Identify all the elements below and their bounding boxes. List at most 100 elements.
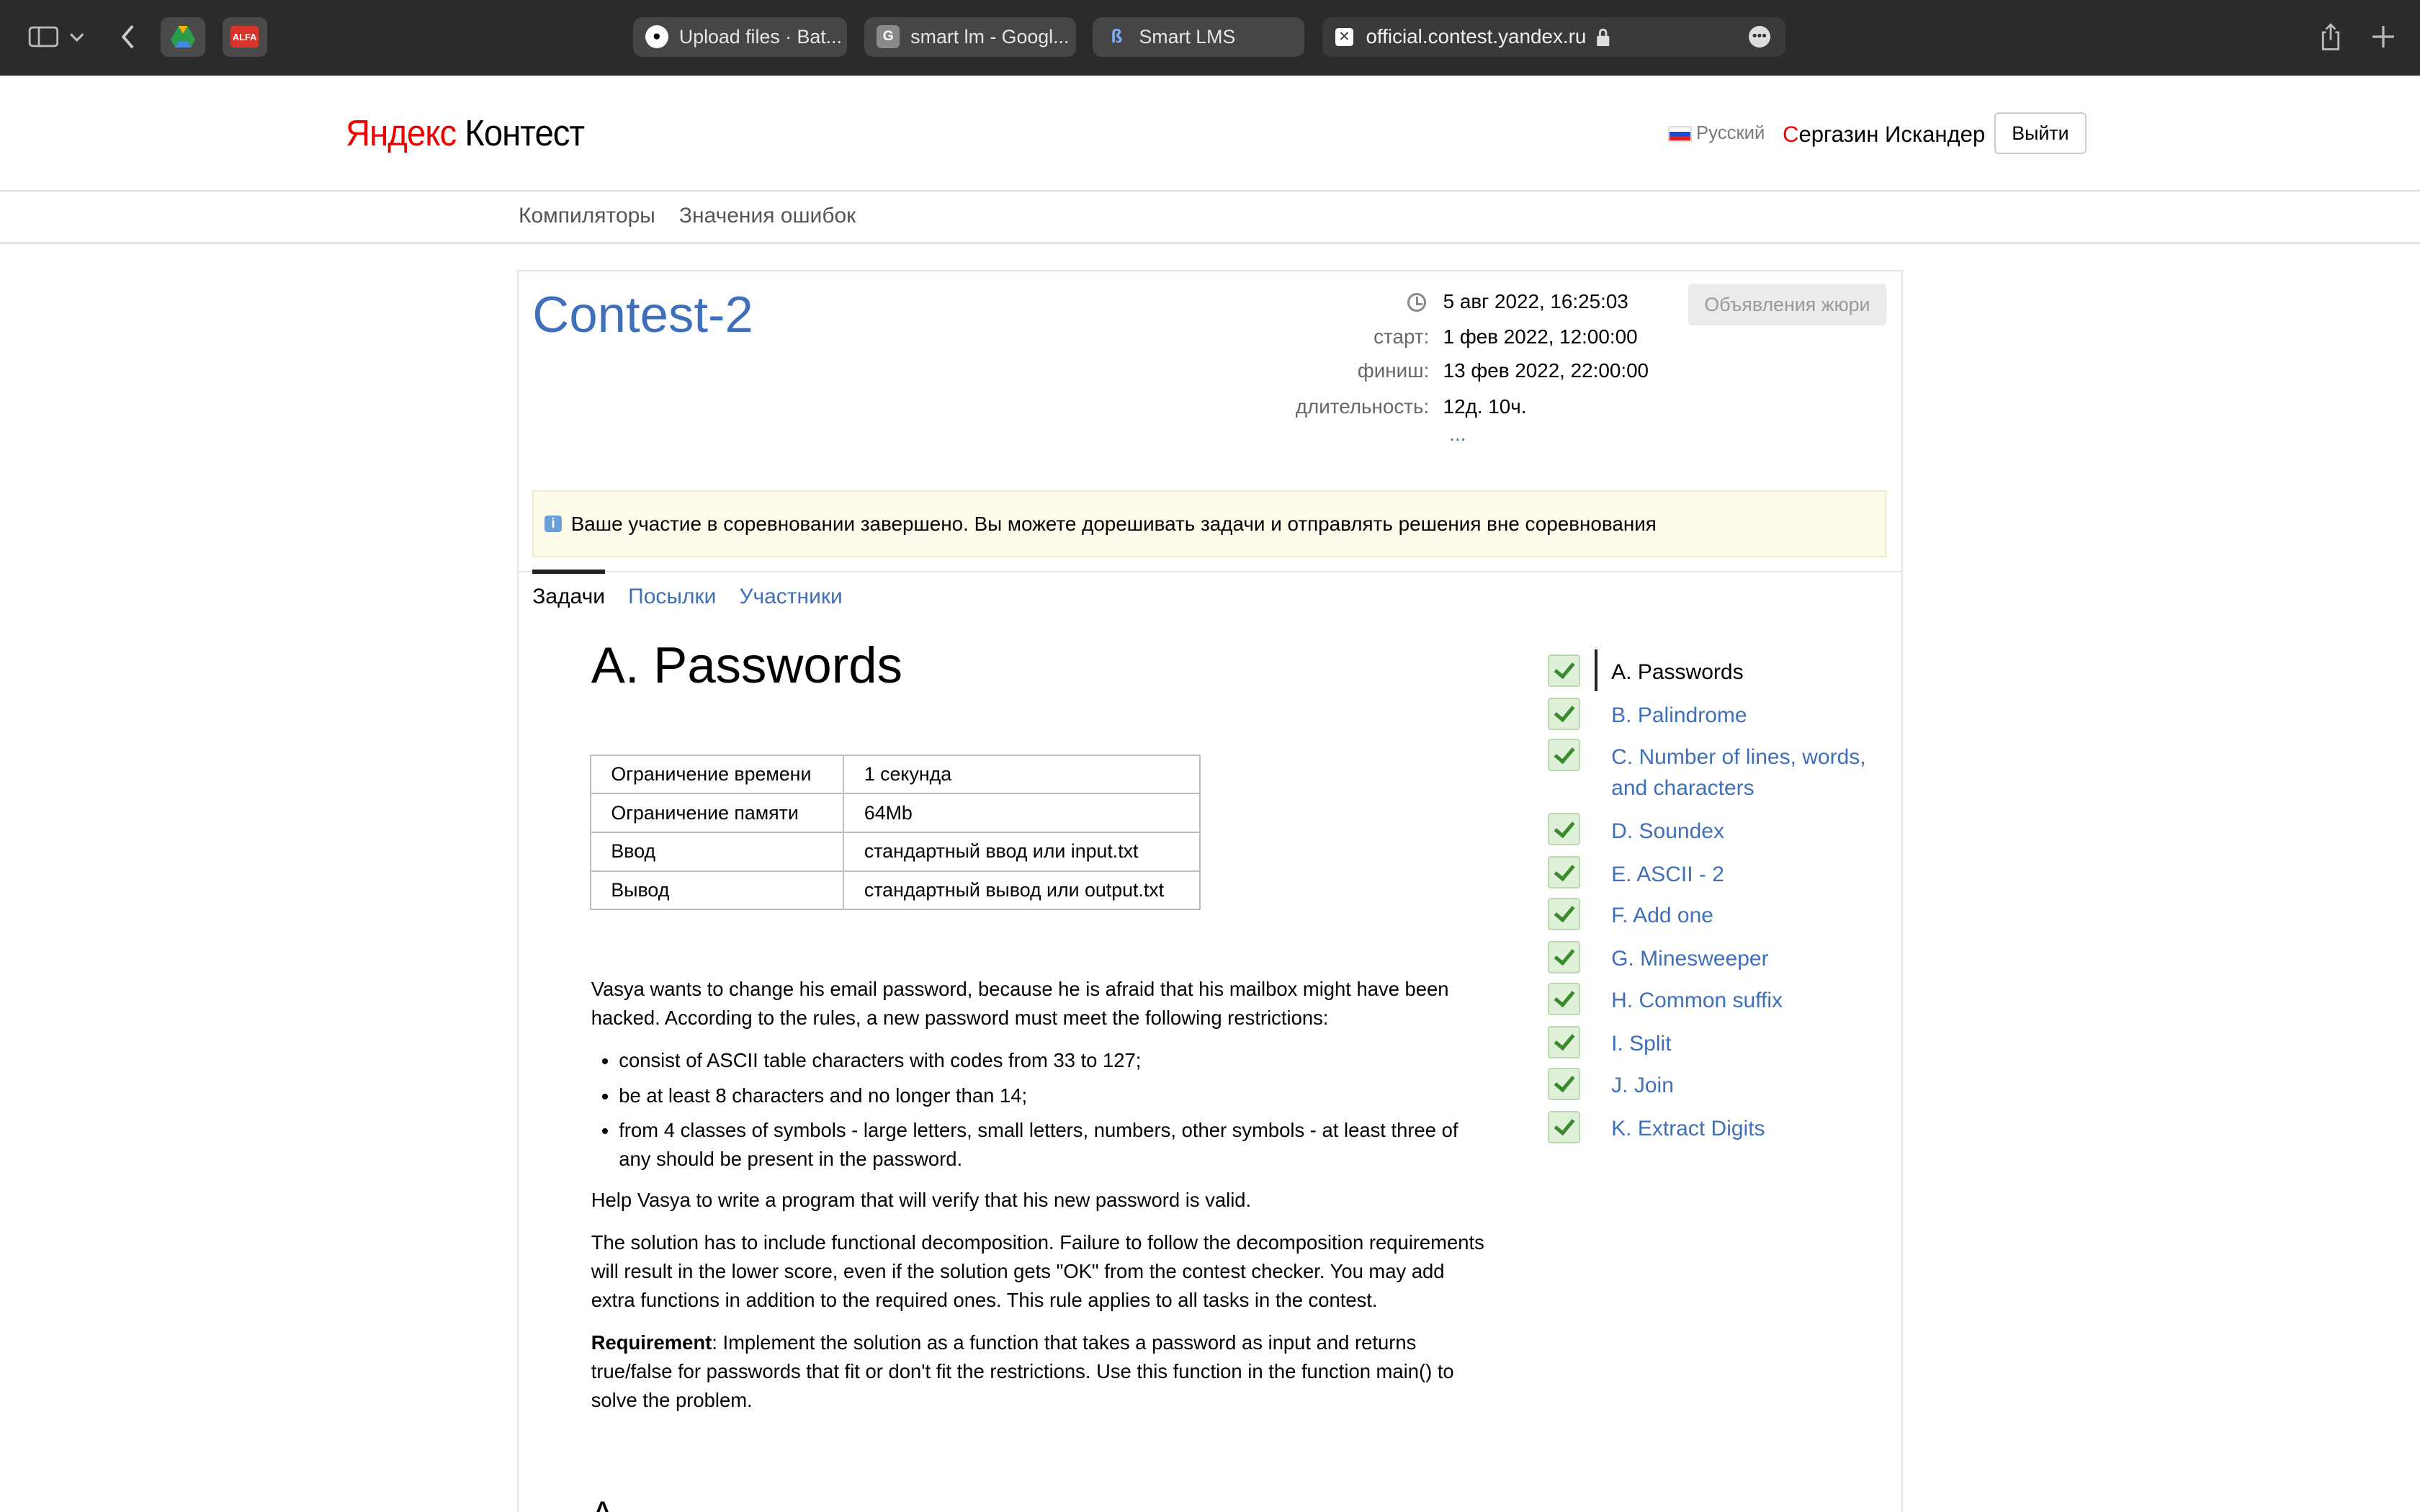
russian-flag-icon (1668, 126, 1692, 142)
current-time: 5 авг 2022, 16:25:03 (1443, 289, 1628, 312)
close-tab-icon[interactable]: ✕ (1335, 27, 1354, 47)
current-task-indicator (1594, 649, 1597, 691)
checkmark-icon (1548, 1026, 1581, 1059)
limit-value: 64Mb (843, 793, 1201, 833)
address-text: official.contest.yandex.ru (1366, 25, 1587, 48)
more-options-icon[interactable]: ••• (1748, 26, 1770, 48)
limits-table: Ограничение времени 1 секунда Ограничение… (589, 754, 1201, 911)
task-name[interactable]: C. Number of lines, words, and character… (1611, 742, 1889, 804)
limit-value: стандартный ввод или input.txt (843, 832, 1201, 872)
contest-finished-notice: i Ваше участие в соревновании завершено.… (532, 490, 1886, 557)
table-row: Ограничение памяти 64Mb (589, 793, 1201, 833)
info-icon: i (544, 515, 562, 533)
limit-key: Ограничение памяти (589, 793, 844, 833)
intro-paragraph: Vasya wants to change his email password… (591, 978, 1449, 1030)
more-info-link[interactable]: ... (1449, 423, 1466, 446)
start-label: старт: (1373, 325, 1430, 348)
checkmark-icon (1548, 941, 1581, 974)
github-icon: ● (645, 25, 668, 49)
requirement-paragraph: Requirement: Implement the solution as a… (591, 1328, 1487, 1415)
problem-statement: Vasya wants to change his email password… (591, 975, 1487, 1428)
task-name[interactable]: D. Soundex (1611, 816, 1889, 847)
tabs-divider (519, 570, 1902, 572)
problem-title: A. Passwords (591, 636, 902, 693)
task-name[interactable]: E. ASCII - 2 (1611, 860, 1889, 891)
task-name[interactable]: I. Split (1611, 1029, 1889, 1060)
limit-value: 1 секунда (843, 754, 1201, 795)
yandex-contest-logo[interactable]: Яндекс Контест (346, 111, 585, 154)
task-name[interactable]: H. Common suffix (1611, 986, 1889, 1017)
contest-title[interactable]: Contest-2 (532, 285, 753, 343)
checkmark-icon (1548, 1067, 1581, 1100)
sidebar-toggle-icon[interactable] (23, 19, 63, 55)
logout-button[interactable]: Выйти (1994, 112, 2087, 155)
task-name[interactable]: G. Minesweeper (1611, 944, 1889, 975)
limit-value: стандартный вывод или output.txt (843, 870, 1201, 911)
language-selector[interactable]: Русский (1668, 123, 1765, 144)
limit-key: Ограничение времени (589, 754, 844, 795)
task-name[interactable]: K. Extract Digits (1611, 1114, 1889, 1145)
requirement-text: : Implement the solution as a function t… (591, 1331, 1454, 1411)
next-section-heading: A (591, 1493, 614, 1512)
help-paragraph: Help Vasya to write a program that will … (591, 1189, 1252, 1212)
lock-icon (1597, 28, 1610, 47)
divider (0, 189, 2420, 192)
tab-title: Smart LMS (1139, 25, 1236, 48)
checkmark-icon (1548, 898, 1581, 931)
active-tab-indicator (532, 569, 605, 575)
finish-value: 13 фев 2022, 22:00:00 (1443, 359, 1649, 382)
google-drive-extension-icon[interactable] (160, 17, 205, 58)
divider (0, 242, 2420, 244)
user-name[interactable]: Сергазин Искандер (1783, 122, 1985, 148)
table-row: Вывод стандартный вывод или output.txt (589, 870, 1201, 911)
tab-upload-files[interactable]: ● Upload files · Bat... (632, 17, 848, 58)
notice-text: Ваше участие в соревновании завершено. В… (570, 512, 1657, 535)
tab-participants[interactable]: Участники (739, 585, 842, 609)
tab-problems[interactable]: Задачи (532, 585, 605, 609)
tab-submissions[interactable]: Посылки (628, 585, 716, 609)
limit-key: Вывод (589, 870, 844, 911)
back-icon[interactable] (108, 19, 148, 55)
list-item: consist of ASCII table characters with c… (619, 1046, 1486, 1075)
checkmark-icon (1548, 654, 1581, 687)
new-tab-icon[interactable] (2363, 19, 2403, 55)
checkmark-icon (1548, 1110, 1581, 1143)
user-first-letter: С (1783, 122, 1799, 148)
decomposition-paragraph: The solution has to include functional d… (591, 1231, 1484, 1311)
start-value: 1 фев 2022, 12:00:00 (1443, 325, 1638, 348)
task-name[interactable]: F. Add one (1611, 901, 1889, 932)
google-icon: G (877, 25, 900, 49)
duration-value: 12д. 10ч. (1443, 395, 1527, 418)
tab-title: smart lm - Googl... (910, 25, 1070, 48)
share-icon[interactable] (2311, 19, 2351, 55)
tab-smart-lm-google[interactable]: G smart lm - Googl... (864, 17, 1076, 58)
task-name[interactable]: B. Palindrome (1611, 701, 1889, 732)
list-item: be at least 8 characters and no longer t… (619, 1081, 1486, 1110)
requirement-label: Requirement (591, 1331, 712, 1354)
task-name[interactable]: A. Passwords (1611, 657, 1889, 688)
checkmark-icon (1548, 813, 1581, 846)
address-bar[interactable]: ✕ official.contest.yandex.ru ••• (1322, 17, 1786, 58)
jury-announcements-button[interactable]: Объявления жюри (1688, 284, 1886, 326)
logo-contest: Контест (456, 112, 585, 154)
finish-label: финиш: (1357, 359, 1430, 382)
tab-smart-lms[interactable]: ß Smart LMS (1093, 17, 1304, 58)
nav-compilers[interactable]: Компиляторы (519, 204, 655, 228)
lms-icon: ß (1111, 26, 1123, 47)
checkmark-icon (1548, 697, 1581, 730)
chevron-down-icon[interactable] (63, 19, 91, 55)
tab-title: Upload files · Bat... (678, 25, 842, 48)
table-row: Ввод стандартный ввод или input.txt (589, 832, 1201, 872)
limit-key: Ввод (589, 832, 844, 872)
restrictions-list: consist of ASCII table characters with c… (591, 1046, 1487, 1174)
checkmark-icon (1548, 856, 1581, 889)
nav-error-codes[interactable]: Значения ошибок (679, 204, 856, 228)
clock-icon (1407, 293, 1427, 312)
browser-toolbar: ALFA ● Upload files · Bat... G smart lm … (0, 0, 2420, 76)
user-name-rest: ергазин Искандер (1798, 122, 1986, 148)
duration-label: длительность: (1295, 395, 1430, 418)
task-name[interactable]: J. Join (1611, 1071, 1889, 1102)
list-item: from 4 classes of symbols - large letter… (619, 1116, 1486, 1174)
alfa-extension-icon[interactable]: ALFA (222, 17, 267, 58)
logo-yandex: Яндекс (346, 112, 457, 154)
